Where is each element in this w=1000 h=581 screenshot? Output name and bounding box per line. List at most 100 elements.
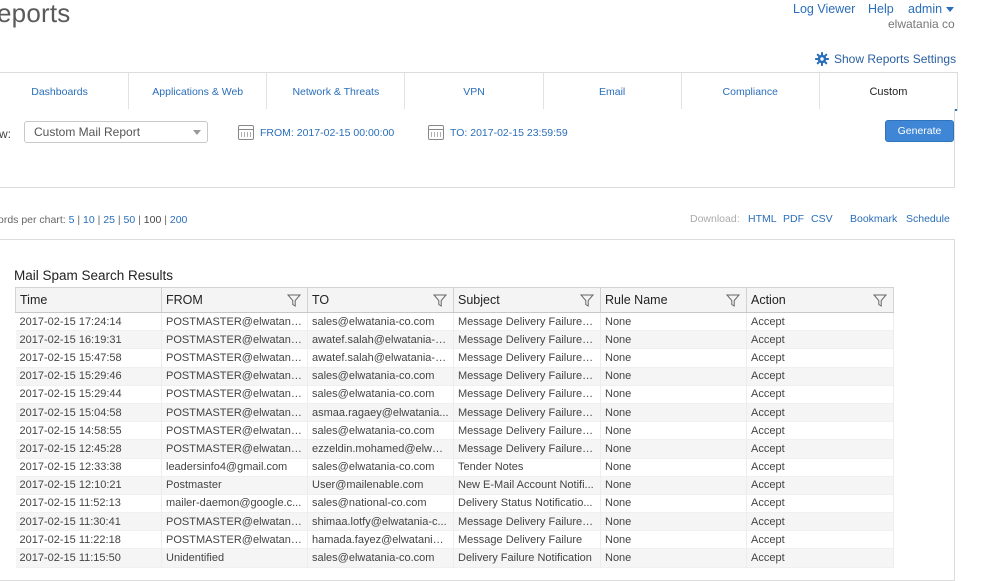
download-label: Download: bbox=[690, 213, 740, 225]
from-cell: Postmaster bbox=[161, 476, 308, 495]
table-row[interactable]: 2017-02-15 16:19:31 POSTMASTER@elwatania-… bbox=[15, 330, 894, 349]
tab-custom[interactable]: Custom bbox=[819, 73, 958, 111]
download-pdf-link[interactable]: PDF bbox=[783, 213, 804, 225]
table-row[interactable]: 2017-02-15 12:45:28 POSTMASTER@elwatania-… bbox=[15, 439, 894, 458]
subject-cell: Delivery Failure Notification bbox=[453, 548, 601, 568]
records-option-100[interactable]: 100 bbox=[144, 214, 162, 226]
time-cell: 2017-02-15 17:24:14 bbox=[15, 312, 162, 331]
action-cell: Accept bbox=[746, 458, 894, 477]
records-option-200[interactable]: 200 bbox=[170, 214, 188, 226]
download-html-link[interactable]: HTML bbox=[748, 213, 777, 225]
tab-dashboards[interactable]: Dashboards bbox=[0, 73, 130, 110]
filter-icon[interactable] bbox=[873, 294, 887, 307]
tab-network-threats[interactable]: Network & Threats bbox=[267, 73, 406, 110]
rule-name-cell: None bbox=[600, 548, 747, 568]
to-cell: sales@national-co.com bbox=[307, 494, 454, 513]
column-header-subject[interactable]: Subject bbox=[453, 287, 601, 313]
rule-name-cell: None bbox=[600, 439, 747, 458]
table-row[interactable]: 2017-02-15 11:15:50 Unidentified sales@elw… bbox=[15, 548, 894, 568]
rule-name-cell: None bbox=[600, 348, 747, 368]
subject-cell: Message Delivery Failure -... bbox=[453, 439, 601, 458]
from-cell: POSTMASTER@elwatania-... bbox=[161, 312, 308, 331]
to-cell: sales@elwatania-co.com bbox=[307, 421, 454, 440]
table-row[interactable]: 2017-02-15 15:04:58 POSTMASTER@elwatania-… bbox=[15, 403, 894, 422]
calendar-icon bbox=[238, 125, 254, 140]
tab-email[interactable]: Email bbox=[544, 73, 682, 110]
action-cell: Accept bbox=[746, 512, 894, 531]
action-cell: Accept bbox=[746, 330, 894, 349]
table-row[interactable]: 2017-02-15 12:33:38 leadersinfo4@gmail.co… bbox=[15, 458, 894, 477]
filter-icon[interactable] bbox=[287, 294, 301, 307]
from-cell: POSTMASTER@elwatania-... bbox=[161, 367, 308, 386]
time-cell: 2017-02-15 12:10:21 bbox=[15, 476, 162, 495]
settings-label: Show Reports Settings bbox=[834, 52, 957, 66]
time-cell: 2017-02-15 15:29:44 bbox=[15, 385, 162, 404]
records-option-5[interactable]: 5 bbox=[69, 214, 75, 226]
to-cell: asmaa.ragaey@elwatania... bbox=[307, 403, 454, 422]
subject-cell: Message Delivery Failure -... bbox=[453, 312, 601, 331]
to-date-picker[interactable]: TO: 2017-02-15 23:59:59 bbox=[428, 125, 568, 140]
subject-cell: Message Delivery Failure -... bbox=[453, 385, 601, 404]
log-viewer-link[interactable]: Log Viewer bbox=[793, 2, 855, 16]
table-body: 2017-02-15 17:24:14 POSTMASTER@elwatania-… bbox=[15, 312, 894, 568]
from-cell: POSTMASTER@elwatania-... bbox=[161, 439, 308, 458]
from-cell: POSTMASTER@elwatania-... bbox=[161, 385, 308, 404]
table-row[interactable]: 2017-02-15 11:52:13 mailer-daemon@google.… bbox=[15, 494, 894, 513]
column-label: Subject bbox=[458, 293, 500, 307]
action-cell: Accept bbox=[746, 421, 894, 440]
to-cell: shimaa.lotfy@elwatania-c... bbox=[307, 512, 454, 531]
tab-vpn[interactable]: VPN bbox=[405, 73, 544, 110]
action-cell: Accept bbox=[746, 530, 894, 549]
table-row[interactable]: 2017-02-15 15:29:44 POSTMASTER@elwatania-… bbox=[15, 385, 894, 404]
table-row[interactable]: 2017-02-15 14:58:55 POSTMASTER@elwatania-… bbox=[15, 421, 894, 440]
to-cell: awatef.salah@elwatania-c... bbox=[307, 348, 454, 368]
table-row[interactable]: 2017-02-15 17:24:14 POSTMASTER@elwatania-… bbox=[15, 312, 894, 331]
table-row[interactable]: 2017-02-15 15:47:58 POSTMASTER@elwatania-… bbox=[15, 348, 894, 368]
rule-name-cell: None bbox=[600, 476, 747, 495]
time-cell: 2017-02-15 12:45:28 bbox=[15, 439, 162, 458]
tab-compliance[interactable]: Compliance bbox=[682, 73, 820, 110]
to-cell: sales@elwatania-co.com bbox=[307, 548, 454, 568]
time-cell: 2017-02-15 11:52:13 bbox=[15, 494, 162, 513]
time-cell: 2017-02-15 15:29:46 bbox=[15, 367, 162, 386]
generate-button[interactable]: Generate bbox=[885, 120, 954, 142]
from-date-picker[interactable]: FROM: 2017-02-15 00:00:00 bbox=[238, 125, 394, 140]
action-cell: Accept bbox=[746, 348, 894, 368]
filter-icon[interactable] bbox=[580, 294, 594, 307]
subject-cell: Message Delivery Failure bbox=[453, 530, 601, 549]
records-option-10[interactable]: 10 bbox=[83, 214, 95, 226]
bookmark-link[interactable]: Bookmark bbox=[850, 213, 897, 225]
column-header-to[interactable]: TO bbox=[307, 287, 454, 313]
admin-menu[interactable]: admin bbox=[908, 2, 955, 16]
show-reports-settings-button[interactable]: Show Reports Settings bbox=[815, 52, 956, 66]
action-cell: Accept bbox=[746, 548, 894, 568]
admin-label: admin bbox=[908, 2, 943, 16]
to-cell: sales@elwatania-co.com bbox=[307, 367, 454, 386]
subject-cell: Message Delivery Failure -... bbox=[453, 367, 601, 386]
table-row[interactable]: 2017-02-15 11:30:41 POSTMASTER@elwatania-… bbox=[15, 512, 894, 531]
schedule-link[interactable]: Schedule bbox=[906, 213, 950, 225]
records-option-50[interactable]: 50 bbox=[124, 214, 136, 226]
subject-cell: Message Delivery Failure -... bbox=[453, 348, 601, 368]
table-row[interactable]: 2017-02-15 12:10:21 Postmaster User@mailen… bbox=[15, 476, 894, 495]
filter-icon[interactable] bbox=[726, 294, 740, 307]
tab-applications-web[interactable]: Applications & Web bbox=[129, 73, 268, 110]
column-header-rule-name[interactable]: Rule Name bbox=[600, 287, 747, 313]
subject-cell: Tender Notes bbox=[453, 458, 601, 477]
column-header-time[interactable]: Time bbox=[15, 287, 162, 313]
table-row[interactable]: 2017-02-15 11:22:18 POSTMASTER@elwatania-… bbox=[15, 530, 894, 549]
filter-icon[interactable] bbox=[433, 294, 447, 307]
rule-name-cell: None bbox=[600, 421, 747, 440]
table-header-row: Time FROM TO Subject Rule Name Action bbox=[15, 287, 894, 313]
column-header-from[interactable]: FROM bbox=[161, 287, 308, 313]
report-view-select[interactable]: Custom Mail Report bbox=[24, 121, 208, 143]
help-link[interactable]: Help bbox=[868, 2, 894, 16]
table-row[interactable]: 2017-02-15 15:29:46 POSTMASTER@elwatania-… bbox=[15, 367, 894, 386]
download-csv-link[interactable]: CSV bbox=[811, 213, 833, 225]
time-cell: 2017-02-15 16:19:31 bbox=[15, 330, 162, 349]
to-cell: sales@elwatania-co.com bbox=[307, 385, 454, 404]
action-cell: Accept bbox=[746, 312, 894, 331]
records-option-25[interactable]: 25 bbox=[103, 214, 115, 226]
action-cell: Accept bbox=[746, 494, 894, 513]
column-header-action[interactable]: Action bbox=[746, 287, 894, 313]
